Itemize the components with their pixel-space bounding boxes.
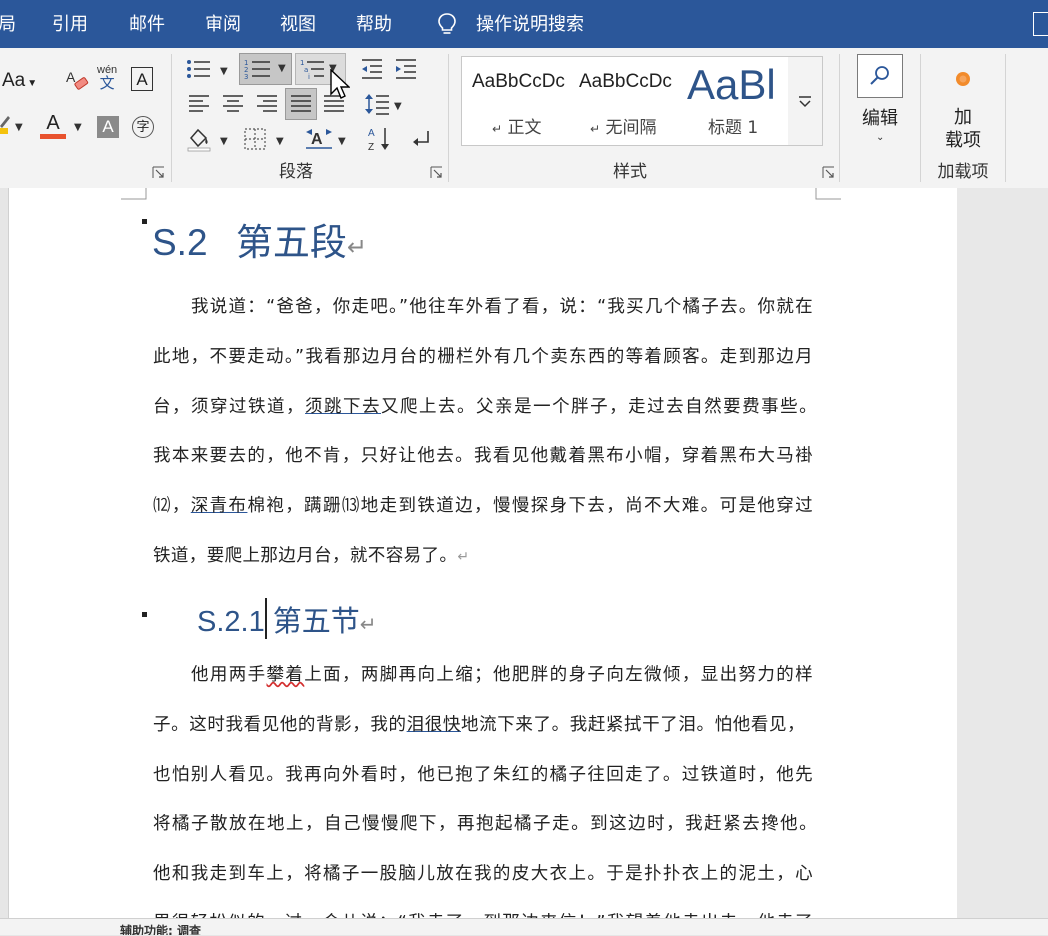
style-item-no-spacing[interactable]: AaBbCcDc ↵ 无间隔 [572,57,680,145]
document-page[interactable]: S.2 第五段↵ 我说道：“爸爸，你走吧。”他往车外看了看，说：“我买几个橘子去… [8,188,958,934]
align-center-icon[interactable] [222,94,244,114]
editing-button[interactable] [857,54,903,98]
character-shading-button[interactable]: A [97,116,119,138]
paragraph-line: 铁道，要爬上那边月台，就不容易了。↵ [153,546,470,566]
lightbulb-icon[interactable] [436,12,458,36]
align-right-icon[interactable] [256,94,278,114]
style-name-normal: ↵ 正文 [492,118,542,138]
tab-view[interactable]: 视图 [280,0,316,48]
ribbon-display-options-button[interactable] [1033,12,1048,36]
font-dialog-launcher-icon[interactable] [152,166,165,179]
paragraph-line: 将橘子散放在地上，自己慢慢爬下，再抱起橘子走。到这边时，我赶紧去搀他。 [153,814,817,834]
enclose-characters-button[interactable]: 字 [132,116,154,138]
tab-references[interactable]: 引用 [52,0,88,48]
underlined-text[interactable]: 须跳下去 [305,397,381,417]
svg-text:i: i [308,73,310,80]
paragraph-line: 此地，不要走动。”我看那边月台的栅栏外有几个卖东西的等着顾客。走到那边月 [153,347,813,367]
tab-review[interactable]: 审阅 [205,0,241,48]
styles-dialog-launcher-icon[interactable] [822,166,835,179]
decrease-indent-icon[interactable] [360,58,384,80]
tab-layout[interactable]: 局 [0,0,16,48]
paragraph-line: 子。这时我看见他的背影，我的泪很快地流下来了。我赶紧拭干了泪。怕他看见， [153,715,805,735]
character-border-button[interactable]: A [131,67,153,91]
paragraph-group-label: 段落 [279,162,313,182]
shading-icon[interactable] [186,126,212,152]
numbering-dropdown-caret[interactable]: ▼ [278,63,286,74]
numbering-button[interactable]: 1 2 3 ▼ [239,53,292,85]
phonetic-guide-button[interactable]: wén 文 [97,64,117,91]
style-item-normal[interactable]: AaBbCcDc ↵ 正文 [462,57,570,145]
styles-gallery-more-button[interactable] [788,56,823,146]
editing-label[interactable]: 编辑 [855,104,905,130]
tab-help[interactable]: 帮助 [356,0,392,48]
status-bar: 辅助功能: 调查 [0,918,1048,935]
svg-text:Z: Z [368,142,374,152]
heading-s21[interactable]: S.2.1 第五节↵ [197,598,377,640]
styles-gallery: AaBbCcDc ↵ 正文 AaBbCcDc ↵ 无间隔 AaBl 标题 1 [461,56,790,146]
paragraph-line: 他用两手攀着上面，两脚再向上缩；他肥胖的身子向左微倾，显出努力的样 [191,665,813,685]
change-case-button[interactable]: Aa ▼ [2,70,37,92]
borders-icon[interactable] [244,128,266,150]
svg-text:A: A [368,128,375,139]
mouse-pointer-icon [330,69,350,101]
ribbon-tab-bar: 局 引用 邮件 审阅 视图 帮助 操作说明搜索 [0,0,1048,48]
paragraph-line: 他和我走到车上，将橘子一股脑儿放在我的皮大衣上。于是扑扑衣上的泥土，心 [153,864,813,884]
text-cursor [265,598,267,639]
style-name-heading1: 标题 1 [708,118,759,138]
document-area: S.2 第五段↵ 我说道：“爸爸，你走吧。”他往车外看了看，说：“我买几个橘子去… [0,188,1048,934]
svg-text:A: A [66,69,76,85]
sort-icon[interactable]: A Z [368,126,392,152]
justify-button[interactable] [285,88,317,120]
style-name-no-spacing: ↵ 无间隔 [590,118,657,138]
underlined-text[interactable]: 深青布 [191,496,248,516]
paragraph-line: 我说道：“爸爸，你走吧。”他往车外看了看，说：“我买几个橘子去。你就在 [191,297,813,317]
font-color-button[interactable]: A [40,113,66,139]
crop-mark-right [815,188,841,200]
styles-group-label: 样式 [613,162,647,182]
heading-marker [142,612,147,617]
paragraph-dialog-launcher-icon[interactable] [430,166,443,179]
line-spacing-icon[interactable] [364,92,390,116]
heading-marker [142,219,147,224]
paragraph-line: 我本来要去的，他不肯，只好让他去。我看见他戴着黑布小帽，穿着黑布大马褂 [153,446,813,466]
bullets-icon[interactable] [186,58,212,80]
addins-group-label: 加载项 [937,162,989,182]
paragraph-line: 台，须穿过铁道，须跳下去又爬上去。父亲是一个胖子，走过去自然要费事些。 [153,397,817,417]
svg-text:3: 3 [244,73,248,80]
addins-button-label[interactable]: 加 载项 [938,106,988,152]
increase-indent-icon[interactable] [394,58,418,80]
style-item-heading1[interactable]: AaBl 标题 1 [680,57,788,145]
font-color-bar [40,134,66,139]
spelling-error-text[interactable]: 攀着 [267,665,305,685]
show-paragraph-marks-icon[interactable] [410,128,432,150]
heading-s2[interactable]: S.2 第五段↵ [152,212,367,266]
paragraph-line: ⑿，深青布棉袍，蹒跚⒀地走到铁道边，慢慢探身下去，尚不大难。可是他穿过 [153,496,813,516]
text-direction-icon[interactable]: A [305,128,333,150]
svg-text:A: A [311,131,323,148]
editing-caret-icon[interactable]: ⌄ [876,132,884,143]
accessibility-status[interactable]: 辅助功能: 调查 [120,922,201,935]
align-left-icon[interactable] [188,94,210,114]
tab-mailings[interactable]: 邮件 [129,0,165,48]
right-margin-area [957,188,1048,934]
expand-gallery-icon [799,96,811,108]
tell-me-search[interactable]: 操作说明搜索 [476,0,584,48]
search-icon [870,66,889,85]
underlined-text[interactable]: 泪很快 [407,715,461,735]
addins-icon[interactable] [954,70,972,88]
clear-formatting-icon[interactable]: A [64,68,90,94]
crop-mark-left [121,188,147,200]
ribbon: Aa ▼ A wén 文 A ▼ A ▼ A 字 ▼ 1 2 3 ▼ 1 a i… [0,48,1048,189]
highlighter-icon[interactable] [0,114,10,130]
paragraph-line: 也怕别人看见。我再向外看时，他已抱了朱红的橘子往回走了。过铁道时，他先 [153,765,813,785]
